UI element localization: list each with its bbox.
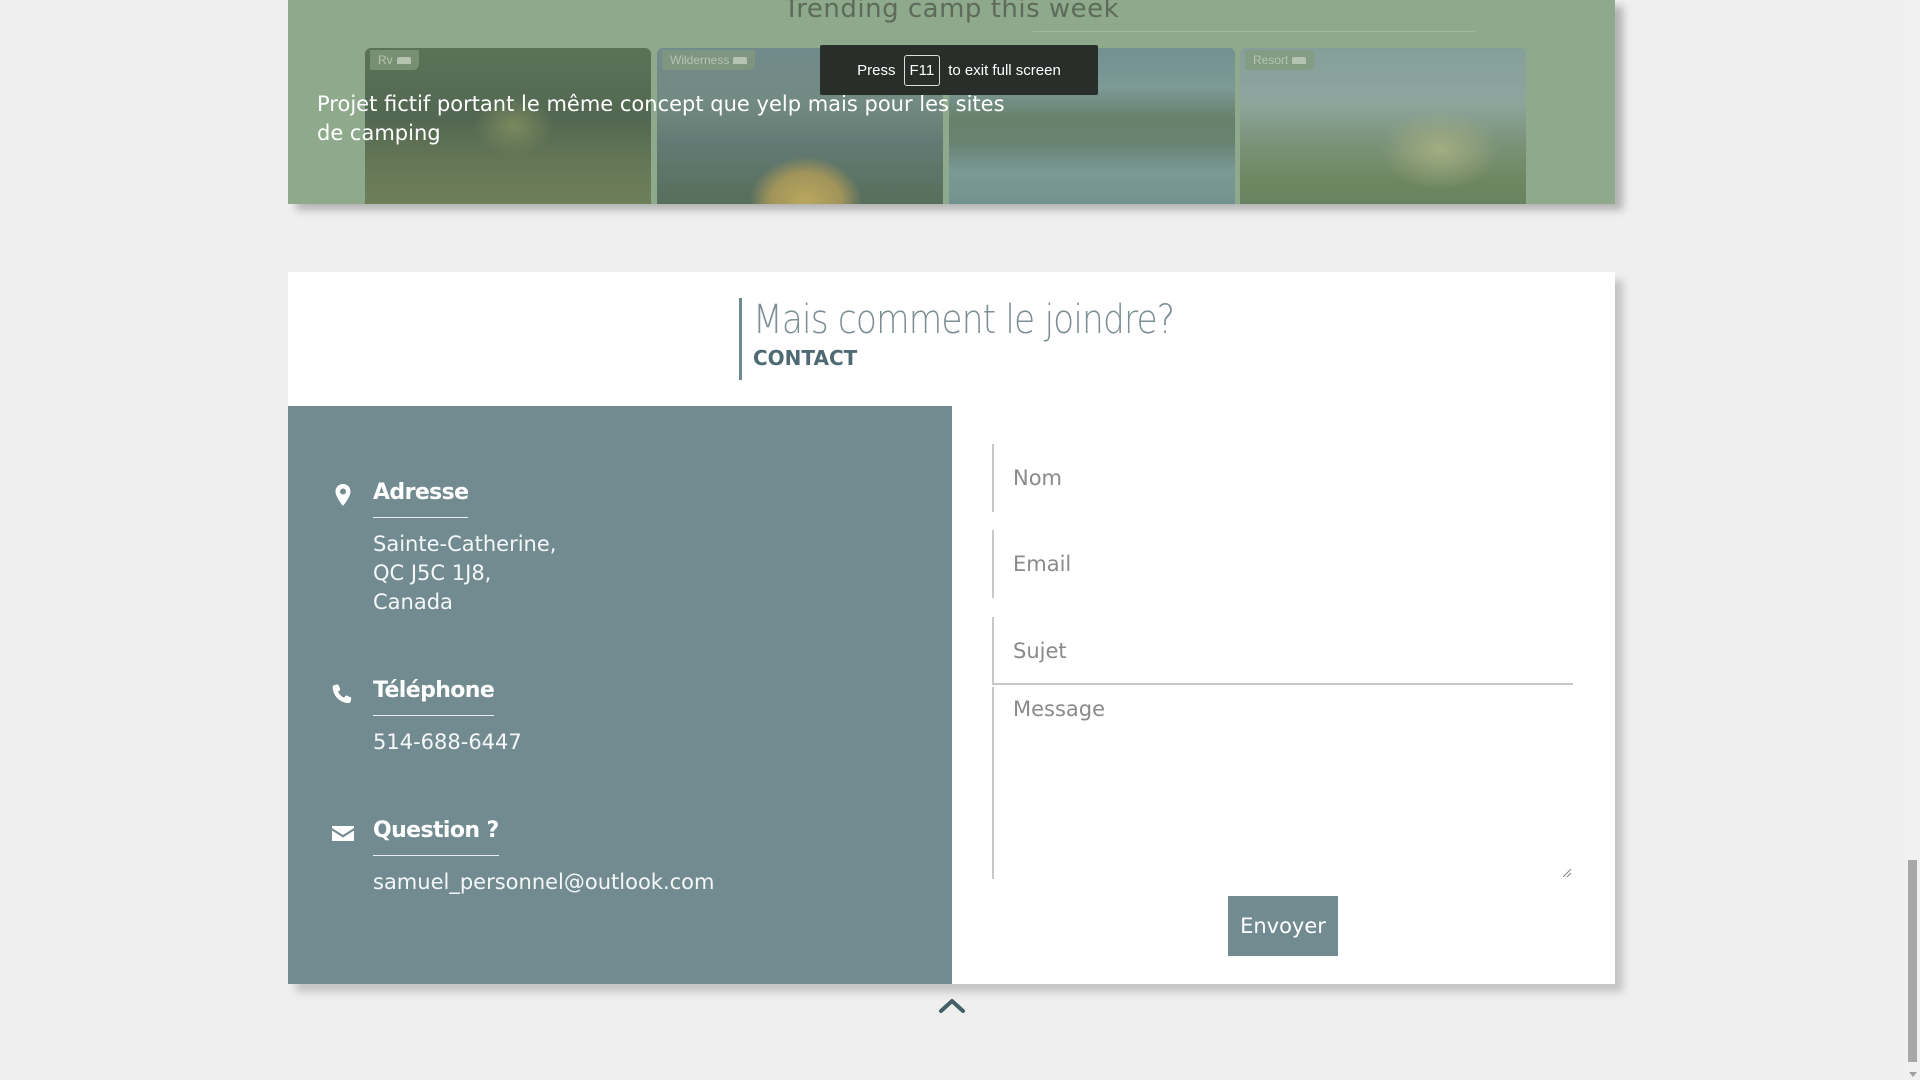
project-description: Projet fictif portant le même concept qu… [317,92,1005,145]
message-textarea[interactable]: Message [992,687,1573,879]
title-divider [1033,31,1475,32]
toast-suffix: to exit full screen [948,61,1061,79]
scroll-down-arrow-icon[interactable] [1909,1072,1917,1077]
phone-value[interactable]: 514-688-6447 [373,728,522,757]
phone-icon [332,684,352,703]
contact-subtitle: CONTACT [753,346,858,370]
map-marker-icon [335,484,351,506]
address-label: Adresse [373,480,469,518]
resize-handle[interactable] [1563,869,1571,877]
name-input[interactable]: Nom [992,444,1573,512]
contact-heading: Mais comment le joindre? CONTACT [739,298,1243,380]
page-scrollbar[interactable] [1905,0,1920,1080]
send-button[interactable]: Envoyer [1228,896,1338,956]
chevron-up-icon[interactable] [938,996,966,1014]
f11-key: F11 [903,54,941,86]
fullscreen-toast: Press F11 to exit full screen [820,45,1098,95]
trending-title: Trending camp this week [783,0,1120,24]
trending-camps-section: Rv Wilderness Resort Trending camp this … [288,0,1615,204]
toast-prefix: Press [857,61,896,79]
phone-label: Téléphone [373,678,495,716]
contact-info-panel: Adresse Sainte-Catherine, QC J5C 1J8, Ca… [288,406,952,984]
subject-input[interactable]: Sujet [992,617,1573,685]
address-value: Sainte-Catherine, QC J5C 1J8, Canada [373,532,557,614]
envelope-icon [332,826,354,841]
contact-section: Mais comment le joindre? CONTACT Adresse… [288,272,1615,984]
question-label: Question ? [373,818,499,856]
email-value[interactable]: samuel_personnel@outlook.com [373,868,715,897]
contact-title: Mais comment le joindre? [753,297,1175,343]
email-input[interactable]: Email [992,530,1573,598]
scrollbar-thumb[interactable] [1908,860,1917,1062]
message-placeholder: Message [1013,697,1106,721]
